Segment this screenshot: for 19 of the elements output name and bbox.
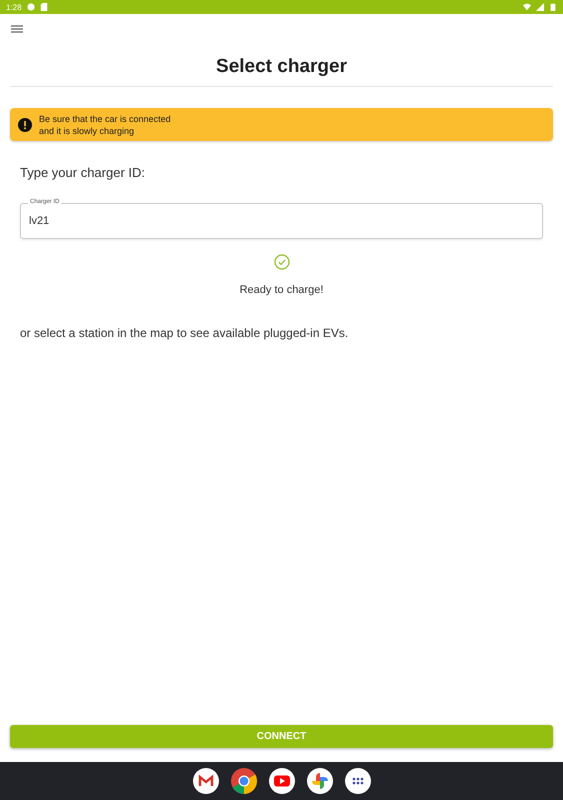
status-text: Ready to charge! [238, 284, 324, 296]
browser-icon[interactable] [230, 768, 256, 794]
notification-icon [26, 3, 35, 11]
status-time: 1:28 [6, 2, 22, 12]
warning-text: Be sure that the car is connected and it is slowly charging [39, 112, 171, 136]
sim-icon [40, 3, 48, 11]
warning-icon [18, 118, 32, 132]
battery-icon [549, 3, 557, 11]
page-title: Select charger [10, 44, 553, 87]
menu-icon[interactable] [11, 24, 23, 34]
apps-icon[interactable] [344, 768, 370, 794]
charger-id-field[interactable]: lv21 [20, 203, 543, 239]
hint-text: or select a station in the map to see available plugged-in EVs. [20, 326, 350, 340]
mail-icon[interactable] [192, 768, 218, 794]
prompt-text: Type your charger ID: [20, 165, 146, 180]
signal-icon [536, 3, 544, 11]
wifi-icon [523, 3, 531, 11]
play-icon[interactable] [268, 768, 294, 794]
pinwheel-icon[interactable] [306, 768, 332, 794]
